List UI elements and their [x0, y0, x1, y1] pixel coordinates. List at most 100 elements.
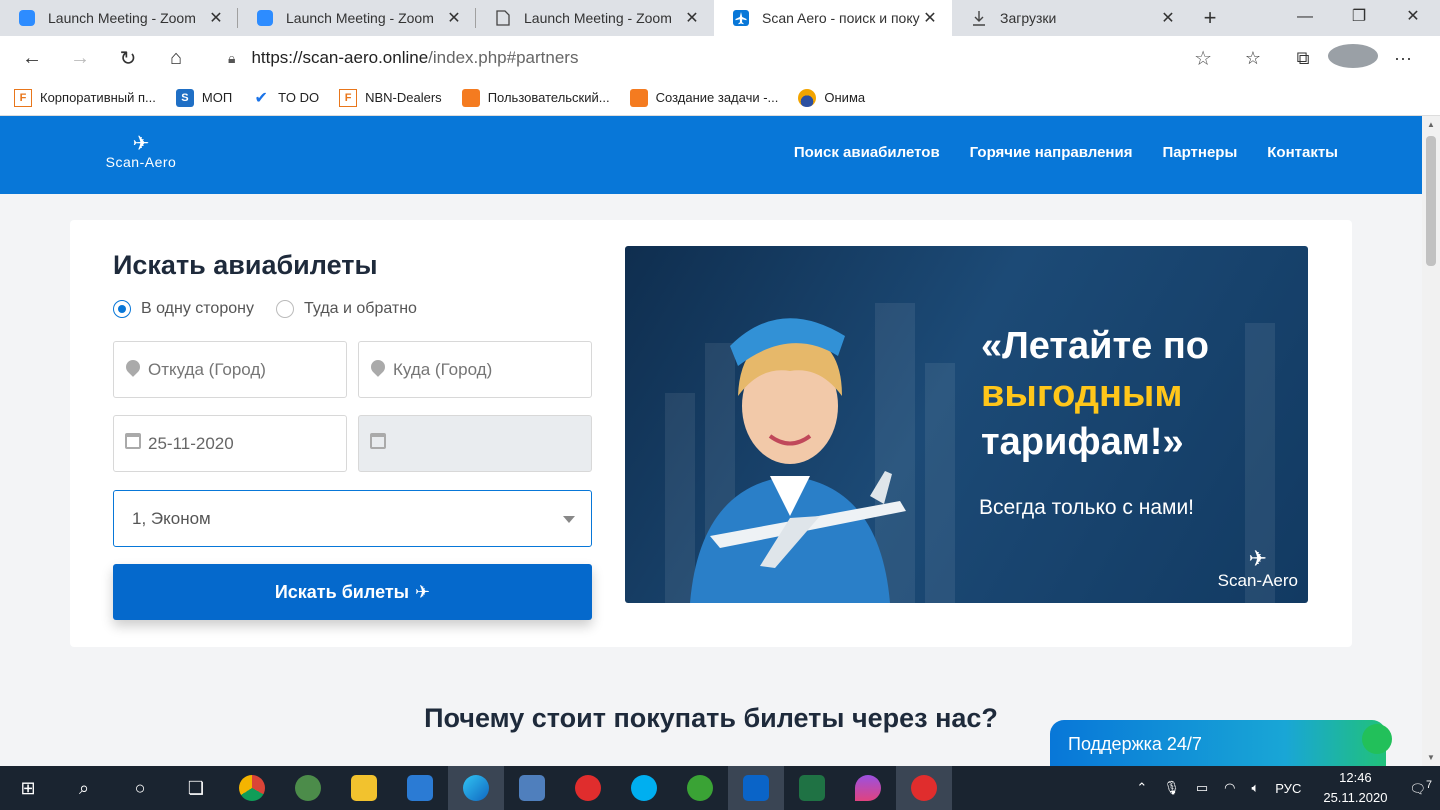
notifications-icon[interactable]: 🗨︎7: [1409, 779, 1432, 797]
nav-link-partners[interactable]: Партнеры: [1162, 144, 1237, 161]
url-text[interactable]: https://scan-aero.online/index.php#partn…: [251, 48, 578, 68]
outlook-icon[interactable]: [728, 766, 784, 810]
close-tab-icon[interactable]: ✕: [444, 8, 464, 28]
close-tab-icon[interactable]: ✕: [1158, 8, 1178, 28]
profile-avatar[interactable]: [1328, 43, 1378, 73]
file-explorer-icon[interactable]: [336, 766, 392, 810]
checkmark-icon: ✔: [254, 89, 268, 107]
edge-icon[interactable]: [448, 766, 504, 810]
browser-tab[interactable]: Launch Meeting - Zoom ✕: [0, 0, 238, 36]
task-view-icon[interactable]: ❏: [168, 766, 224, 810]
to-city-field[interactable]: [358, 341, 592, 398]
bookmark-item[interactable]: ✔ TO DO: [252, 89, 319, 107]
scroll-up-icon[interactable]: ▲: [1422, 120, 1440, 129]
bookmark-item[interactable]: S МОП: [175, 88, 232, 107]
minimize-icon[interactable]: —: [1278, 0, 1332, 36]
battery-icon[interactable]: ▭: [1196, 780, 1208, 796]
forward-icon[interactable]: →: [56, 47, 104, 70]
microphone-icon[interactable]: 🎙︎: [1163, 780, 1180, 796]
messenger-icon[interactable]: [672, 766, 728, 810]
system-tray: ⌃ 🎙︎ ▭ ◠ 🔈︎ РУС 12:46 25.11.2020 🗨︎7: [1128, 766, 1440, 810]
nav-link-search[interactable]: Поиск авиабилетов: [794, 144, 940, 161]
banner-headline: «Летайте по выгодным тарифам!»: [981, 325, 1209, 463]
page-scrollbar[interactable]: ▲ ▼: [1422, 116, 1440, 766]
tab-title: Launch Meeting - Zoom: [524, 10, 672, 26]
from-city-input[interactable]: [148, 359, 338, 380]
yandex-icon[interactable]: [560, 766, 616, 810]
address-bar[interactable]: 🔒︎ https://scan-aero.online/index.php#pa…: [212, 40, 1222, 76]
radio-round-trip[interactable]: Туда и обратно: [275, 300, 417, 318]
bookmark-item[interactable]: Создание задачи -...: [629, 88, 778, 107]
browser-tab[interactable]: Загрузки ✕: [952, 0, 1190, 36]
globe-app-icon[interactable]: [280, 766, 336, 810]
f-logo-icon: F: [339, 88, 358, 107]
bookmark-item[interactable]: F Корпоративный п...: [14, 88, 156, 107]
collections-icon[interactable]: ⧉: [1278, 48, 1328, 69]
to-city-input[interactable]: [393, 359, 583, 380]
f-logo-icon: F: [14, 88, 32, 107]
mail-icon[interactable]: [392, 766, 448, 810]
depart-date-input[interactable]: [148, 433, 338, 454]
site-nav: Поиск авиабилетов Горячие направления Па…: [794, 144, 1338, 161]
browser-tab[interactable]: Launch Meeting - Zoom ✕: [476, 0, 714, 36]
cortana-icon[interactable]: ○: [112, 766, 168, 810]
clock[interactable]: 12:46 25.11.2020: [1323, 768, 1387, 808]
language-indicator[interactable]: РУС: [1275, 781, 1301, 796]
download-icon: [970, 9, 988, 27]
close-tab-icon[interactable]: ✕: [206, 8, 226, 28]
reload-icon[interactable]: ↻: [104, 46, 152, 71]
browser-tab[interactable]: Launch Meeting - Zoom ✕: [238, 0, 476, 36]
close-tab-icon[interactable]: ✕: [682, 8, 702, 28]
close-window-icon[interactable]: ✕: [1386, 0, 1440, 36]
home-icon[interactable]: ⌂: [152, 47, 200, 70]
trip-type-group: В одну сторону Туда и обратно: [113, 300, 417, 318]
radio-checked-icon[interactable]: [113, 300, 131, 318]
browser-tab-active[interactable]: Scan Aero - поиск и покуп ✕: [714, 0, 952, 36]
back-icon[interactable]: ←: [8, 47, 56, 70]
drop-app-icon[interactable]: [840, 766, 896, 810]
remote-desktop-icon[interactable]: [504, 766, 560, 810]
favorites-icon[interactable]: ☆: [1228, 48, 1278, 69]
new-tab-icon[interactable]: +: [1190, 0, 1230, 36]
close-tab-icon[interactable]: ✕: [920, 8, 940, 28]
tab-title: Launch Meeting - Zoom: [286, 10, 434, 26]
s-logo-icon: S: [175, 88, 194, 107]
logo-text: Scan-Aero: [105, 154, 177, 170]
flight-attendant-image: [690, 318, 906, 603]
search-icon[interactable]: ⌕: [56, 766, 112, 810]
skype-icon[interactable]: [616, 766, 672, 810]
passengers-select[interactable]: 1, Эконом: [113, 490, 592, 547]
restore-icon[interactable]: ❐: [1332, 0, 1386, 36]
bookmark-item[interactable]: Онима: [798, 88, 865, 107]
chevron-up-icon[interactable]: ⌃: [1136, 780, 1147, 796]
more-menu-icon[interactable]: ···: [1378, 48, 1428, 69]
from-city-field[interactable]: [113, 341, 347, 398]
radio-one-way[interactable]: В одну сторону: [113, 300, 254, 318]
depart-date-field[interactable]: [113, 415, 347, 472]
scrollbar-thumb[interactable]: [1426, 136, 1436, 266]
bookmark-item[interactable]: F NBN-Dealers: [339, 88, 442, 107]
search-tickets-button[interactable]: Искать билеты ✈: [113, 564, 592, 620]
support-chat-button[interactable]: Поддержка 24/7: [1050, 720, 1392, 766]
nav-link-hot-destinations[interactable]: Горячие направления: [970, 144, 1133, 161]
windows-start-icon[interactable]: ⊞: [0, 766, 56, 810]
orange-app-icon: [461, 88, 480, 107]
site-logo[interactable]: ✈ Scan-Aero: [92, 134, 190, 170]
bookmark-item[interactable]: Пользовательский...: [461, 88, 610, 107]
nav-link-contacts[interactable]: Контакты: [1267, 144, 1338, 161]
yandex-browser-icon[interactable]: [896, 766, 952, 810]
excel-icon[interactable]: [784, 766, 840, 810]
plane-icon: [732, 9, 750, 27]
passengers-value: 1, Эконом: [132, 508, 211, 528]
search-button-label: Искать билеты: [274, 581, 410, 602]
favorite-star-icon[interactable]: ☆: [1194, 46, 1212, 71]
scroll-down-icon[interactable]: ▼: [1422, 753, 1440, 762]
lock-icon[interactable]: 🔒︎: [228, 50, 235, 67]
calendar-icon: [369, 433, 387, 454]
chrome-icon[interactable]: [224, 766, 280, 810]
promo-banner[interactable]: «Летайте по выгодным тарифам!» Всегда то…: [625, 246, 1308, 603]
wifi-icon[interactable]: ◠: [1224, 780, 1235, 796]
radio-unchecked-icon[interactable]: [275, 300, 294, 318]
site-header: ✈ Scan-Aero Поиск авиабилетов Горячие на…: [0, 116, 1422, 194]
volume-icon[interactable]: 🔈︎: [1251, 780, 1259, 796]
